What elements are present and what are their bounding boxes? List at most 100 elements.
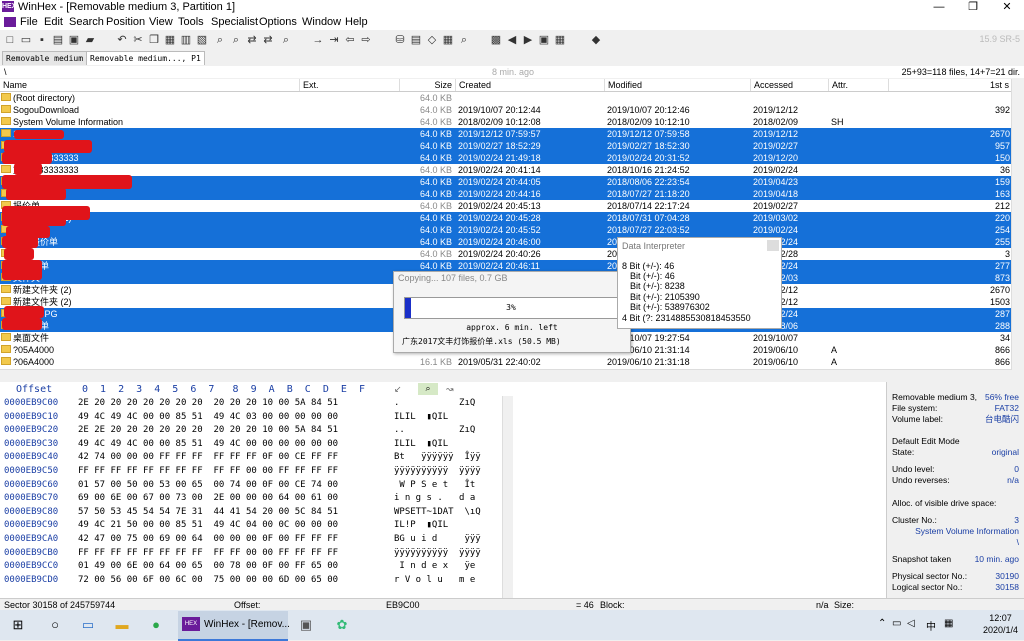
goto-offset-icon[interactable]: → bbox=[311, 33, 325, 47]
copy-icon[interactable]: ❐ bbox=[147, 33, 161, 47]
menu-view[interactable]: View bbox=[149, 15, 173, 29]
cut-icon[interactable]: ✂ bbox=[131, 33, 145, 47]
hex-row[interactable]: 0000EB9C50 FF FF FF FF FF FF FF FF FF FF … bbox=[0, 465, 500, 478]
restore-button[interactable]: ❐ bbox=[958, 0, 988, 14]
table-row[interactable]: (Root directory) 64.0 KB bbox=[0, 92, 1012, 104]
vertical-scrollbar[interactable] bbox=[1011, 79, 1024, 369]
hex-text[interactable]: ILIL ▮QIL bbox=[394, 411, 448, 424]
search-icon[interactable]: ○ bbox=[45, 615, 65, 635]
col-modified[interactable]: Modified bbox=[605, 79, 751, 91]
hex-text[interactable]: Bt ÿÿÿÿÿÿ Îÿÿ bbox=[394, 451, 481, 464]
hex-offset[interactable]: 0000EB9C30 bbox=[4, 438, 58, 451]
interpreter-close-button[interactable] bbox=[767, 240, 779, 251]
hex-offset[interactable]: 0000EB9CB0 bbox=[4, 547, 58, 560]
table-row[interactable]: 文档 333333333 64.0 KB 2019/02/24 20:41:14 20… bbox=[0, 164, 1012, 176]
hex-text[interactable]: WPSETT~1DAT \ıQ bbox=[394, 506, 481, 519]
hex-offset[interactable]: 0000EB9C00 bbox=[4, 397, 58, 410]
table-row[interactable]: 集64.0 KB2019/02/24 20:40:26202019/02/283 bbox=[0, 248, 1012, 260]
col-attr[interactable]: Attr. bbox=[829, 79, 889, 91]
write-icon[interactable]: ▥ bbox=[179, 33, 193, 47]
minimize-button[interactable]: — bbox=[924, 0, 954, 14]
hex-row[interactable]: 0000EB9C60 01 57 00 50 00 53 00 65 00 74 … bbox=[0, 479, 500, 492]
menu-specialist[interactable]: Specialist bbox=[211, 15, 258, 29]
hex-bytes[interactable]: 42 74 00 00 00 FF FF FF FF FF FF 0F 00 C… bbox=[78, 451, 338, 464]
book-icon[interactable]: ◆ bbox=[589, 33, 603, 47]
table-row[interactable]: 厂家报价单 (1)64.0 KB2019/02/24 20:45:282018/… bbox=[0, 212, 1012, 224]
hex-bytes[interactable]: 01 57 00 50 00 53 00 65 00 74 00 0F 00 C… bbox=[78, 479, 338, 492]
calc-icon[interactable]: ▩ bbox=[489, 33, 503, 47]
hex-row[interactable]: 0000EB9C40 42 74 00 00 00 FF FF FF FF FF … bbox=[0, 451, 500, 464]
eraser-icon[interactable]: ◇ bbox=[425, 33, 439, 47]
hex-bytes[interactable]: 2E 2E 20 20 20 20 20 20 20 20 20 10 00 5… bbox=[78, 424, 338, 437]
hex-offset[interactable]: 0000EB9C60 bbox=[4, 479, 58, 492]
table-row[interactable]: 64.0 KB 2019/02/27 18:52:29 2019/02/27 18:… bbox=[0, 140, 1012, 152]
menu-position[interactable]: Position bbox=[106, 15, 145, 29]
hex-offset[interactable]: 0000EB9CC0 bbox=[4, 560, 58, 573]
tab-curve-icon[interactable]: ↝ bbox=[446, 384, 454, 395]
find-again-icon[interactable]: ⌕ bbox=[279, 33, 293, 47]
hex-offset[interactable]: 0000EB9C10 bbox=[4, 411, 58, 424]
prev-icon[interactable]: ◀ bbox=[505, 33, 519, 47]
hex-row[interactable]: 0000EB9CB0 FF FF FF FF FF FF FF FF FF FF … bbox=[0, 547, 500, 560]
tray-up-icon[interactable]: ⌃ bbox=[878, 618, 886, 629]
print-icon[interactable]: ▤ bbox=[51, 33, 65, 47]
undo-icon[interactable]: ↶ bbox=[115, 33, 129, 47]
col-created[interactable]: Created bbox=[456, 79, 605, 91]
new-icon[interactable]: □ bbox=[3, 33, 17, 47]
table-row[interactable]: 厂家报价单64.0 KB2019/02/24 20:46:00202019/02… bbox=[0, 236, 1012, 248]
ime-indicator[interactable]: 中 bbox=[926, 618, 936, 633]
hex-row[interactable]: 0000EB9C80 57 50 53 45 54 54 7E 31 44 41 … bbox=[0, 506, 500, 519]
hex-row[interactable]: 0000EB9C10 49 4C 49 4C 00 00 85 51 49 4C … bbox=[0, 411, 500, 424]
replace-hex-icon[interactable]: ⇄ bbox=[261, 33, 275, 47]
tab-removable-medium-3[interactable]: Removable medium 3 bbox=[2, 51, 97, 65]
hex-text[interactable]: . ZıQ bbox=[394, 397, 475, 410]
table-row[interactable]: 12345664.0 KB2019/12/12 07:59:572019/12/… bbox=[0, 128, 1012, 140]
table-row[interactable]: 家报价单64.0 KB2019/02/24 20:44:162018/07/27… bbox=[0, 188, 1012, 200]
hex-offset[interactable]: 0000EB9CD0 bbox=[4, 574, 58, 587]
forward-icon[interactable]: ⇨ bbox=[359, 33, 373, 47]
file-explorer-icon[interactable]: ▬ bbox=[112, 615, 132, 635]
grid-icon[interactable]: ▦ bbox=[553, 33, 567, 47]
disk-icon[interactable]: ⛁ bbox=[393, 33, 407, 47]
table-row[interactable]: System Volume Information 64.0 KB 2018/02/… bbox=[0, 116, 1012, 128]
menu-tools[interactable]: Tools bbox=[178, 15, 204, 29]
input-icon[interactable]: ▦ bbox=[944, 618, 953, 629]
next-icon[interactable]: ▶ bbox=[521, 33, 535, 47]
tab-arrow-icon[interactable]: ↙ bbox=[394, 384, 402, 395]
table-row[interactable]: 公、民用报价单64.0 KB2019/02/24 20:44:052018/08… bbox=[0, 176, 1012, 188]
paste-icon[interactable]: ▦ bbox=[163, 33, 177, 47]
hex-offset[interactable]: 0000EB9C40 bbox=[4, 451, 58, 464]
hex-offset[interactable]: 0000EB9C80 bbox=[4, 506, 58, 519]
col-first-sector[interactable]: 1st s bbox=[889, 79, 1012, 91]
hex-bytes[interactable]: FF FF FF FF FF FF FF FF FF FF 00 00 FF F… bbox=[78, 547, 338, 560]
menu-options[interactable]: Options bbox=[259, 15, 297, 29]
hex-bytes[interactable]: 72 00 56 00 6F 00 6C 00 75 00 00 00 6D 0… bbox=[78, 574, 338, 587]
table-row[interactable]: SogouDownload 64.0 KB 2019/10/07 20:12:44 2… bbox=[0, 104, 1012, 116]
disk-tool-icon[interactable]: ▣ bbox=[296, 615, 316, 635]
document-icon[interactable] bbox=[4, 17, 16, 27]
hex-bytes[interactable]: 69 00 6E 00 67 00 73 00 2E 00 00 00 64 0… bbox=[78, 492, 338, 505]
hex-row[interactable]: 0000EB9C90 49 4C 21 50 00 00 85 51 49 4C … bbox=[0, 519, 500, 532]
hex-row[interactable]: 0000EB9C00 2E 20 20 20 20 20 20 20 20 20 … bbox=[0, 397, 500, 410]
menu-window[interactable]: Window bbox=[302, 15, 341, 29]
col-name[interactable]: Name bbox=[0, 79, 300, 91]
hex-text[interactable]: i n g s . d a bbox=[394, 492, 475, 505]
hex-bytes[interactable]: 01 49 00 6E 00 64 00 65 00 78 00 0F 00 F… bbox=[78, 560, 338, 573]
table-row[interactable]: 市报价单64.0 KB2019/02/24 20:45:522018/07/27… bbox=[0, 224, 1012, 236]
window-icon[interactable]: ▣ bbox=[537, 33, 551, 47]
hex-row[interactable]: 0000EB9C20 2E 2E 20 20 20 20 20 20 20 20 … bbox=[0, 424, 500, 437]
hex-text[interactable]: ILIL ▮QIL bbox=[394, 438, 448, 451]
open-icon[interactable]: ▭ bbox=[19, 33, 33, 47]
system-clock[interactable]: 12:07 2020/1/4 bbox=[983, 612, 1018, 636]
hex-bytes[interactable]: 57 50 53 45 54 54 7E 31 44 41 54 20 00 5… bbox=[78, 506, 338, 519]
hex-bytes[interactable]: 49 4C 49 4C 00 00 85 51 49 4C 00 00 00 0… bbox=[78, 438, 338, 451]
hex-text[interactable]: W P S e t Ît bbox=[394, 479, 475, 492]
hex-offset[interactable]: 0000EB9CA0 bbox=[4, 533, 58, 546]
hex-bytes[interactable]: 42 47 00 75 00 69 00 64 00 00 00 0F 00 F… bbox=[78, 533, 338, 546]
hex-bytes[interactable]: 49 4C 21 50 00 00 85 51 49 4C 04 00 0C 0… bbox=[78, 519, 338, 532]
network-icon[interactable]: ▭ bbox=[892, 618, 901, 629]
hex-text[interactable]: r V o l u m e bbox=[394, 574, 475, 587]
table-row[interactable]: ?06A4000 16.1 KB 2019/05/31 22:40:02 2019/0… bbox=[0, 356, 1012, 368]
goto-sector-icon[interactable]: ⇥ bbox=[327, 33, 341, 47]
menu-file[interactable]: File bbox=[20, 15, 38, 29]
